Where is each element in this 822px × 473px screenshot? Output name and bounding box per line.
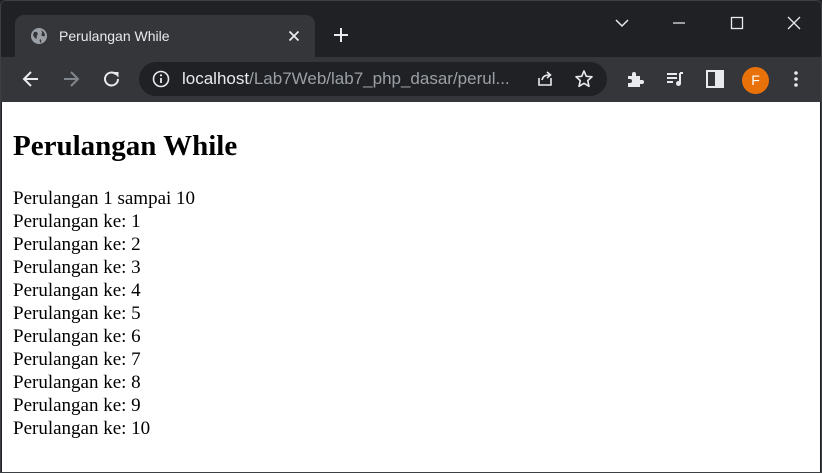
active-tab[interactable]: Perulangan While — [15, 15, 315, 57]
profile-avatar[interactable]: F — [742, 67, 769, 94]
share-icon[interactable] — [535, 69, 555, 89]
back-icon[interactable] — [20, 68, 42, 90]
url-path: /Lab7Web/lab7_php_dasar/perul... — [249, 70, 510, 88]
close-tab-icon[interactable] — [285, 27, 303, 45]
bookmark-star-icon[interactable] — [574, 69, 594, 89]
tab-search-chevron-icon[interactable] — [612, 13, 632, 33]
close-window-icon[interactable] — [784, 13, 804, 33]
media-control-icon[interactable] — [664, 68, 686, 90]
loop-line: Perulangan ke: 5 — [13, 303, 141, 324]
side-panel-icon[interactable] — [704, 68, 726, 90]
address-bar[interactable]: localhost/Lab7Web/lab7_php_dasar/perul..… — [139, 62, 607, 96]
loop-line: Perulangan ke: 7 — [13, 349, 141, 370]
loop-line: Perulangan ke: 6 — [13, 326, 141, 347]
loop-line: Perulangan ke: 10 — [13, 418, 151, 439]
loop-line: Perulangan ke: 3 — [13, 257, 141, 278]
new-tab-icon[interactable] — [331, 25, 351, 45]
browser-window: Perulangan While localhost/Lab7Web/lab7_… — [0, 0, 822, 473]
loop-line: Perulangan ke: 1 — [13, 211, 141, 232]
intro-text: Perulangan 1 sampai 10 — [13, 188, 196, 209]
url-text: localhost/Lab7Web/lab7_php_dasar/perul..… — [182, 70, 527, 88]
page-heading: Perulangan While — [13, 130, 238, 162]
globe-icon — [30, 27, 48, 45]
url-host: localhost — [182, 70, 250, 88]
loop-line: Perulangan ke: 9 — [13, 395, 141, 416]
extensions-icon[interactable] — [624, 68, 646, 90]
tab-title: Perulangan While — [59, 28, 170, 44]
loop-line: Perulangan ke: 8 — [13, 372, 141, 393]
maximize-icon[interactable] — [727, 13, 747, 33]
forward-icon[interactable] — [60, 68, 82, 90]
page-content: Perulangan 1 sampai 10 Perulangan ke: 1 … — [13, 187, 195, 440]
browser-toolbar: localhost/Lab7Web/lab7_php_dasar/perul..… — [1, 57, 821, 102]
loop-line: Perulangan ke: 2 — [13, 234, 141, 255]
loop-line: Perulangan ke: 4 — [13, 280, 141, 301]
minimize-icon[interactable] — [669, 13, 689, 33]
tab-strip: Perulangan While — [1, 1, 821, 57]
page-viewport: Perulangan While Perulangan 1 sampai 10 … — [2, 102, 820, 472]
menu-kebab-icon[interactable] — [785, 68, 807, 90]
reload-icon[interactable] — [101, 68, 123, 90]
site-info-icon[interactable] — [152, 70, 170, 88]
